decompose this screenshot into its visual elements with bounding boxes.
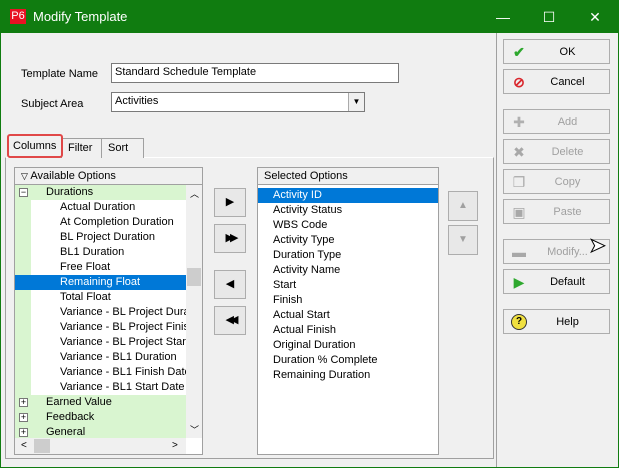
cancel-button[interactable]: ⊘ Cancel <box>503 69 610 94</box>
list-item[interactable]: Actual Duration <box>31 200 186 215</box>
add-button[interactable]: ✚ Add <box>503 109 610 134</box>
horizontal-scrollbar[interactable]: < > <box>15 438 186 454</box>
tree-group-earned-value[interactable]: + Earned Value <box>15 395 186 410</box>
vertical-scrollbar[interactable]: ︿ ﹀ <box>186 185 202 438</box>
list-item[interactable]: BL Project Duration <box>31 230 186 245</box>
subject-area-value: Activities <box>115 95 159 107</box>
subject-area-select[interactable]: Activities ▼ <box>111 92 365 112</box>
list-item[interactable]: Free Float <box>31 260 186 275</box>
tree-group-feedback[interactable]: + Feedback <box>15 410 186 425</box>
checkmark-icon: ✔ <box>513 44 525 60</box>
close-button[interactable]: ✕ <box>572 1 618 33</box>
scroll-right-icon: > <box>172 440 178 451</box>
template-name-label: Template Name <box>21 68 99 80</box>
list-item[interactable]: Variance - BL Project Start <box>31 335 189 350</box>
remove-all-columns-button[interactable]: ◀◀ <box>214 306 246 335</box>
chevron-down-icon[interactable]: ▼ <box>348 93 364 111</box>
expand-icon: + <box>19 397 28 407</box>
expand-icon: + <box>19 427 28 437</box>
scrollbar-thumb[interactable] <box>187 268 201 286</box>
list-item[interactable]: Activity Status <box>258 203 438 218</box>
selected-options-header: Selected Options <box>258 168 438 185</box>
title-bar: P6 Modify Template — ☐ ✕ <box>1 1 618 33</box>
list-item-selected[interactable]: Activity ID <box>258 188 438 203</box>
play-triangle-icon: ▶ <box>513 274 525 290</box>
p6-logo-icon: P6 <box>10 9 26 24</box>
scroll-left-icon: < <box>21 440 27 451</box>
tab-columns[interactable]: Columns <box>7 134 63 158</box>
list-item[interactable]: At Completion Duration <box>31 215 186 230</box>
delete-x-icon: ✖ <box>513 144 525 160</box>
move-up-button[interactable]: ▲ <box>448 191 478 221</box>
list-item[interactable]: BL1 Duration <box>31 245 186 260</box>
minimize-button[interactable]: — <box>480 1 526 33</box>
add-column-button[interactable]: ▶ <box>214 188 246 217</box>
list-item[interactable]: Total Float <box>31 290 186 305</box>
list-item[interactable]: Variance - BL Project Finish <box>31 320 195 335</box>
divider <box>496 33 497 467</box>
list-item[interactable]: Start <box>258 278 438 293</box>
selected-options-list: Selected Options Activity ID Activity St… <box>257 167 439 455</box>
help-button[interactable]: ? Help <box>503 309 610 334</box>
copy-icon: ❐ <box>512 174 526 190</box>
plus-icon: ✚ <box>513 114 525 130</box>
paste-icon: ▣ <box>512 204 526 220</box>
copy-button[interactable]: ❐ Copy <box>503 169 610 194</box>
available-options-header[interactable]: ▽ Available Options <box>15 168 202 185</box>
list-item[interactable]: WBS Code <box>258 218 438 233</box>
delete-button[interactable]: ✖ Delete <box>503 139 610 164</box>
list-item[interactable]: Finish <box>258 293 438 308</box>
list-item[interactable]: Activity Name <box>258 263 438 278</box>
scroll-down-icon: ﹀ <box>190 425 200 435</box>
expand-icon: + <box>19 412 28 422</box>
list-item[interactable]: Variance - BL1 Duration <box>31 350 186 365</box>
list-item[interactable]: Remaining Duration <box>258 368 438 383</box>
list-item[interactable]: Variance - BL1 Start Date <box>31 380 186 395</box>
tree-group-durations[interactable]: − Durations <box>15 185 186 200</box>
paste-button[interactable]: ▣ Paste <box>503 199 610 224</box>
remove-column-button[interactable]: ◀ <box>214 270 246 299</box>
tab-sort[interactable]: Sort <box>101 138 144 158</box>
mouse-cursor-icon: ➤ <box>589 235 607 258</box>
list-item[interactable]: Duration % Complete <box>258 353 438 368</box>
move-down-button[interactable]: ▼ <box>448 225 478 255</box>
list-item-selected[interactable]: Remaining Float <box>15 275 186 290</box>
add-all-columns-button[interactable]: ▶▶ <box>214 224 246 253</box>
scrollbar-thumb[interactable] <box>34 439 50 453</box>
cancel-icon: ⊘ <box>513 74 525 90</box>
available-options-tree: ▽ Available Options − Durations Actual Du… <box>14 167 203 455</box>
template-name-input[interactable]: Standard Schedule Template <box>111 63 399 83</box>
list-item[interactable]: Activity Type <box>258 233 438 248</box>
subject-area-label: Subject Area <box>21 98 84 110</box>
list-item[interactable]: Actual Start <box>258 308 438 323</box>
list-item[interactable]: Original Duration <box>258 338 438 353</box>
default-button[interactable]: ▶ Default <box>503 269 610 294</box>
scroll-up-icon: ︿ <box>190 189 200 199</box>
help-icon: ? <box>511 314 527 330</box>
maximize-button[interactable]: ☐ <box>526 1 572 33</box>
monitor-icon: ▬ <box>512 244 526 260</box>
ok-button[interactable]: ✔ OK <box>503 39 610 64</box>
list-item[interactable]: Duration Type <box>258 248 438 263</box>
list-item[interactable]: Actual Finish <box>258 323 438 338</box>
window-title: Modify Template <box>33 9 128 24</box>
collapse-icon: − <box>19 187 28 197</box>
tab-filter[interactable]: Filter <box>61 138 102 158</box>
modify-template-dialog: P6 Modify Template — ☐ ✕ Template Name S… <box>0 0 619 468</box>
list-item[interactable]: Variance - BL1 Finish Date <box>31 365 191 380</box>
list-item[interactable]: Variance - BL Project Duration <box>31 305 202 320</box>
